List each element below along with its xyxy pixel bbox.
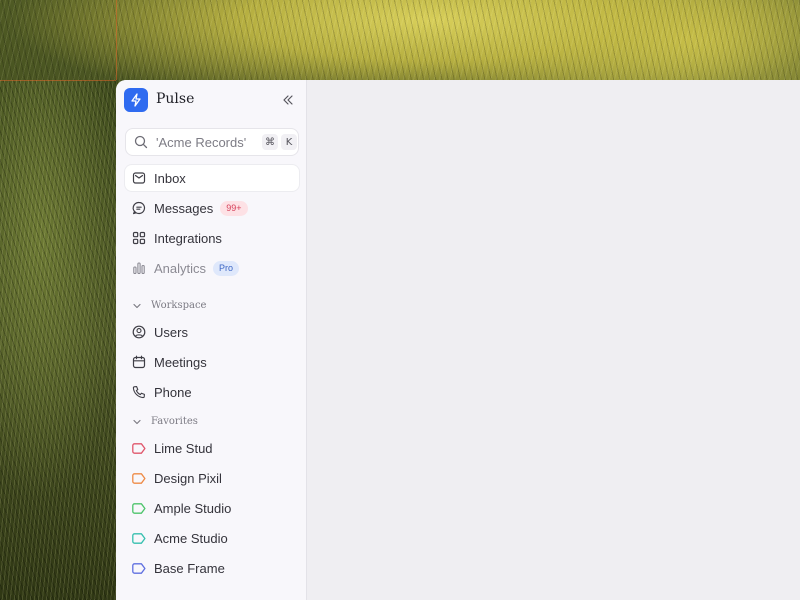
- nav-label: Analytics: [154, 260, 207, 276]
- nav-item-users[interactable]: Users: [125, 319, 299, 345]
- tag-icon: [132, 501, 146, 515]
- grid-icon: [132, 231, 146, 245]
- section-label: Favorites: [151, 416, 198, 427]
- nav-label: Phone: [154, 384, 192, 400]
- app-window: Pulse ⌘ K: [116, 80, 800, 600]
- chevron-down-icon: [132, 417, 142, 427]
- nav-label: Ample Studio: [154, 500, 232, 516]
- nav-label: Integrations: [154, 230, 222, 246]
- app-title: Pulse: [156, 91, 195, 107]
- nav-item-messages[interactable]: Messages 99+: [125, 195, 299, 221]
- nav-label: Meetings: [154, 354, 207, 370]
- shortcut-key-k: K: [281, 134, 297, 150]
- sidebar: Pulse ⌘ K: [116, 80, 307, 600]
- tag-icon: [132, 561, 146, 575]
- section-toggle-workspace[interactable]: Workspace: [132, 300, 206, 311]
- tag-icon: [132, 531, 146, 545]
- unread-count-badge: 99+: [220, 200, 248, 216]
- tag-icon: [132, 471, 146, 485]
- phone-icon: [132, 385, 146, 399]
- favorite-item-lime-stud[interactable]: Lime Stud: [125, 435, 299, 461]
- nav-item-phone[interactable]: Phone: [125, 379, 299, 405]
- shortcut-key-cmd: ⌘: [262, 134, 278, 150]
- guide-line-vertical: [116, 0, 117, 80]
- inbox-icon: [132, 171, 146, 185]
- pro-badge: Pro: [213, 260, 240, 276]
- search-icon: [134, 135, 148, 149]
- app-logo[interactable]: [124, 88, 148, 112]
- chevrons-left-icon: [283, 95, 293, 105]
- bar-chart-icon: [132, 261, 146, 275]
- nav-item-integrations[interactable]: Integrations: [125, 225, 299, 251]
- nav-label: Acme Studio: [154, 530, 228, 546]
- background-photo-left: [0, 80, 116, 600]
- search-input[interactable]: [156, 134, 256, 150]
- calendar-icon: [132, 355, 146, 369]
- nav-item-analytics[interactable]: Analytics Pro: [125, 255, 299, 281]
- favorite-item-acme-studio[interactable]: Acme Studio: [125, 525, 299, 551]
- favorite-item-ample-studio[interactable]: Ample Studio: [125, 495, 299, 521]
- section-toggle-favorites[interactable]: Favorites: [132, 416, 198, 427]
- collapse-sidebar-button[interactable]: [280, 92, 296, 108]
- guide-line-horizontal: [0, 80, 116, 81]
- section-label: Workspace: [151, 300, 207, 311]
- nav-item-meetings[interactable]: Meetings: [125, 349, 299, 375]
- nav-label: Lime Stud: [154, 440, 213, 456]
- tag-icon: [132, 441, 146, 455]
- nav-label: Messages: [154, 200, 214, 216]
- favorite-item-design-pixil[interactable]: Design Pixil: [125, 465, 299, 491]
- favorite-item-base-frame[interactable]: Base Frame: [125, 555, 299, 581]
- main-content-area: [307, 80, 800, 600]
- nav-label: Design Pixil: [154, 470, 222, 486]
- message-icon: [132, 201, 146, 215]
- lightning-icon: [131, 93, 141, 107]
- nav-label: Base Frame: [154, 560, 225, 576]
- nav-item-inbox[interactable]: Inbox: [125, 165, 299, 191]
- user-circle-icon: [132, 325, 146, 339]
- search-box[interactable]: ⌘ K: [125, 128, 299, 156]
- nav-label: Inbox: [154, 170, 186, 186]
- nav-label: Users: [154, 324, 188, 340]
- sidebar-header: Pulse: [116, 80, 306, 120]
- chevron-down-icon: [132, 301, 142, 311]
